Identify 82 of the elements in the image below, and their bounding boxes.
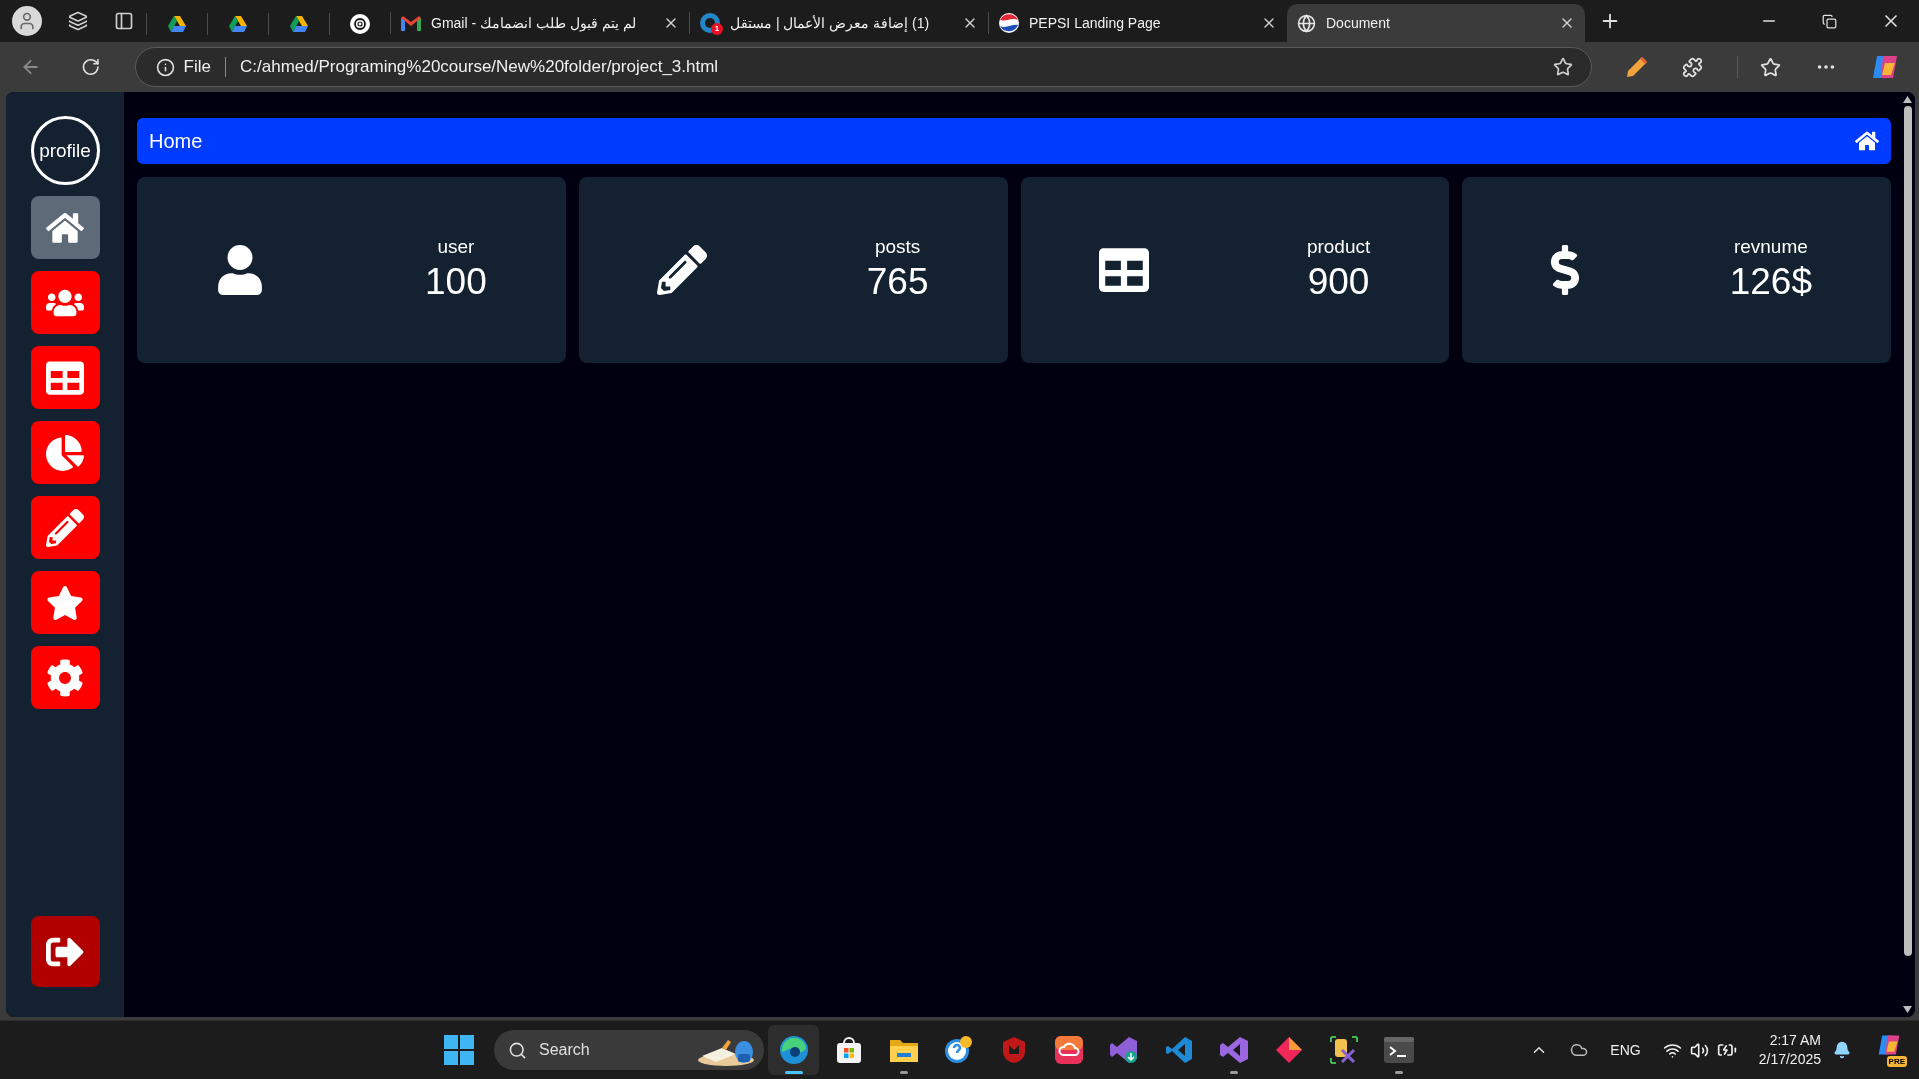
globe-logo-icon: [999, 13, 1019, 33]
extensions-icon[interactable]: [1682, 56, 1703, 78]
envelope-logo-icon: [401, 15, 421, 31]
bell-icon[interactable]: [1833, 1041, 1851, 1059]
taskbar-app[interactable]: [768, 1025, 819, 1075]
cloud-app-icon[interactable]: [1054, 1036, 1083, 1064]
pre-badge: PRE: [1886, 1056, 1907, 1067]
search-field[interactable]: Search: [494, 1030, 764, 1070]
pencil-icon: [656, 245, 707, 295]
table-icon: [1098, 245, 1149, 295]
folder-icon[interactable]: [888, 1037, 919, 1063]
swirl-app-icon[interactable]: [778, 1035, 809, 1065]
logout-button[interactable]: [30, 916, 100, 987]
sidebar-button[interactable]: [30, 646, 100, 709]
date-text: 2/17/2025: [1758, 1050, 1821, 1069]
pencil-icon: [46, 508, 84, 547]
terminal-icon[interactable]: [1383, 1037, 1414, 1063]
browser-tab[interactable]: Document: [1287, 4, 1585, 42]
knot-logo-icon: [350, 14, 370, 34]
table-icon: [46, 358, 84, 397]
stat-label: posts: [874, 235, 921, 259]
browser-tab[interactable]: PEPSI Landing Page: [989, 4, 1287, 42]
sidebar-button[interactable]: [30, 346, 100, 409]
stat-label: revnume: [1733, 235, 1808, 259]
browser-tab[interactable]: لم يتم قبول طلب انضمامك - Gmail: [391, 4, 689, 42]
person-icon: [17, 11, 37, 31]
language-indicator[interactable]: ENG: [1610, 1039, 1641, 1061]
triangle-logo-icon: [229, 16, 247, 32]
volume-icon[interactable]: [1689, 1040, 1709, 1060]
shield-icon[interactable]: [1000, 1036, 1027, 1064]
triangle-logo-icon: [290, 16, 308, 32]
ribbon-app-icon[interactable]: [1164, 1036, 1193, 1064]
logo-icon: 1: [700, 13, 720, 33]
help-icon[interactable]: [943, 1035, 974, 1065]
sidebar-button[interactable]: [30, 271, 100, 334]
scrollbar-thumb[interactable]: [1903, 106, 1912, 956]
stat-label: product: [1306, 235, 1371, 259]
url-text: C:/ahmed/Programing%20course/New%20folder/project_3.html: [240, 56, 719, 79]
user-icon: [215, 245, 265, 295]
settings-icon: [46, 658, 84, 697]
star-icon: [46, 583, 84, 622]
clock[interactable]: 2:17 AM 2/17/2025: [1758, 1031, 1821, 1069]
alt-text: profile: [39, 141, 91, 160]
reload-icon[interactable]: [81, 57, 101, 77]
scroll-down-icon[interactable]: [1903, 1006, 1912, 1013]
stat-value: 900: [1307, 259, 1370, 304]
globe-icon: [1297, 13, 1316, 33]
scroll-up-icon[interactable]: [1903, 96, 1912, 103]
sidebar-button[interactable]: [30, 496, 100, 559]
address-field[interactable]: File C:/ahmed/Programing%20course/New%20folder/project_3.html: [134, 47, 1592, 87]
pie-chart-icon: [46, 433, 84, 472]
search-placeholder: Search: [539, 1040, 590, 1060]
page-title: Home: [149, 129, 203, 154]
profile-avatar[interactable]: [12, 6, 42, 36]
cloud-icon[interactable]: [1570, 1041, 1589, 1059]
sidebar-button[interactable]: [30, 196, 100, 259]
copilot-button[interactable]: PRE: [1873, 1033, 1905, 1067]
triangle-logo-icon: [168, 16, 186, 32]
info-icon[interactable]: [155, 57, 175, 77]
stat-value: 126$: [1729, 259, 1812, 304]
stat-value: 765: [866, 259, 929, 304]
windows-logo-icon[interactable]: [444, 1035, 474, 1065]
sparkle-logo-icon[interactable]: [1871, 53, 1899, 81]
sidebar-button[interactable]: [30, 571, 100, 634]
stat-value: 100: [425, 259, 487, 304]
ribbon-app-icon[interactable]: [1218, 1035, 1249, 1065]
vertical-tabs-icon[interactable]: [114, 11, 134, 31]
tools-icon[interactable]: [1329, 1036, 1358, 1064]
home-icon[interactable]: [1855, 129, 1879, 153]
pencil-icon[interactable]: [1626, 56, 1648, 78]
favorite-icon[interactable]: [1553, 57, 1573, 77]
workspaces-icon[interactable]: [68, 11, 88, 31]
search-icon: [508, 1040, 527, 1060]
sparkle-logo-icon: [1876, 1033, 1902, 1057]
favorites-list-icon[interactable]: [1760, 56, 1781, 78]
ribbon-app-icon[interactable]: [1108, 1035, 1139, 1065]
shopping-bag-icon[interactable]: [834, 1036, 863, 1064]
restore-icon[interactable]: [1822, 13, 1837, 29]
sidebar-button[interactable]: [30, 421, 100, 484]
scheme-label: File: [183, 56, 211, 79]
stat-label: user: [437, 235, 475, 259]
time-text: 2:17 AM: [1769, 1031, 1821, 1050]
